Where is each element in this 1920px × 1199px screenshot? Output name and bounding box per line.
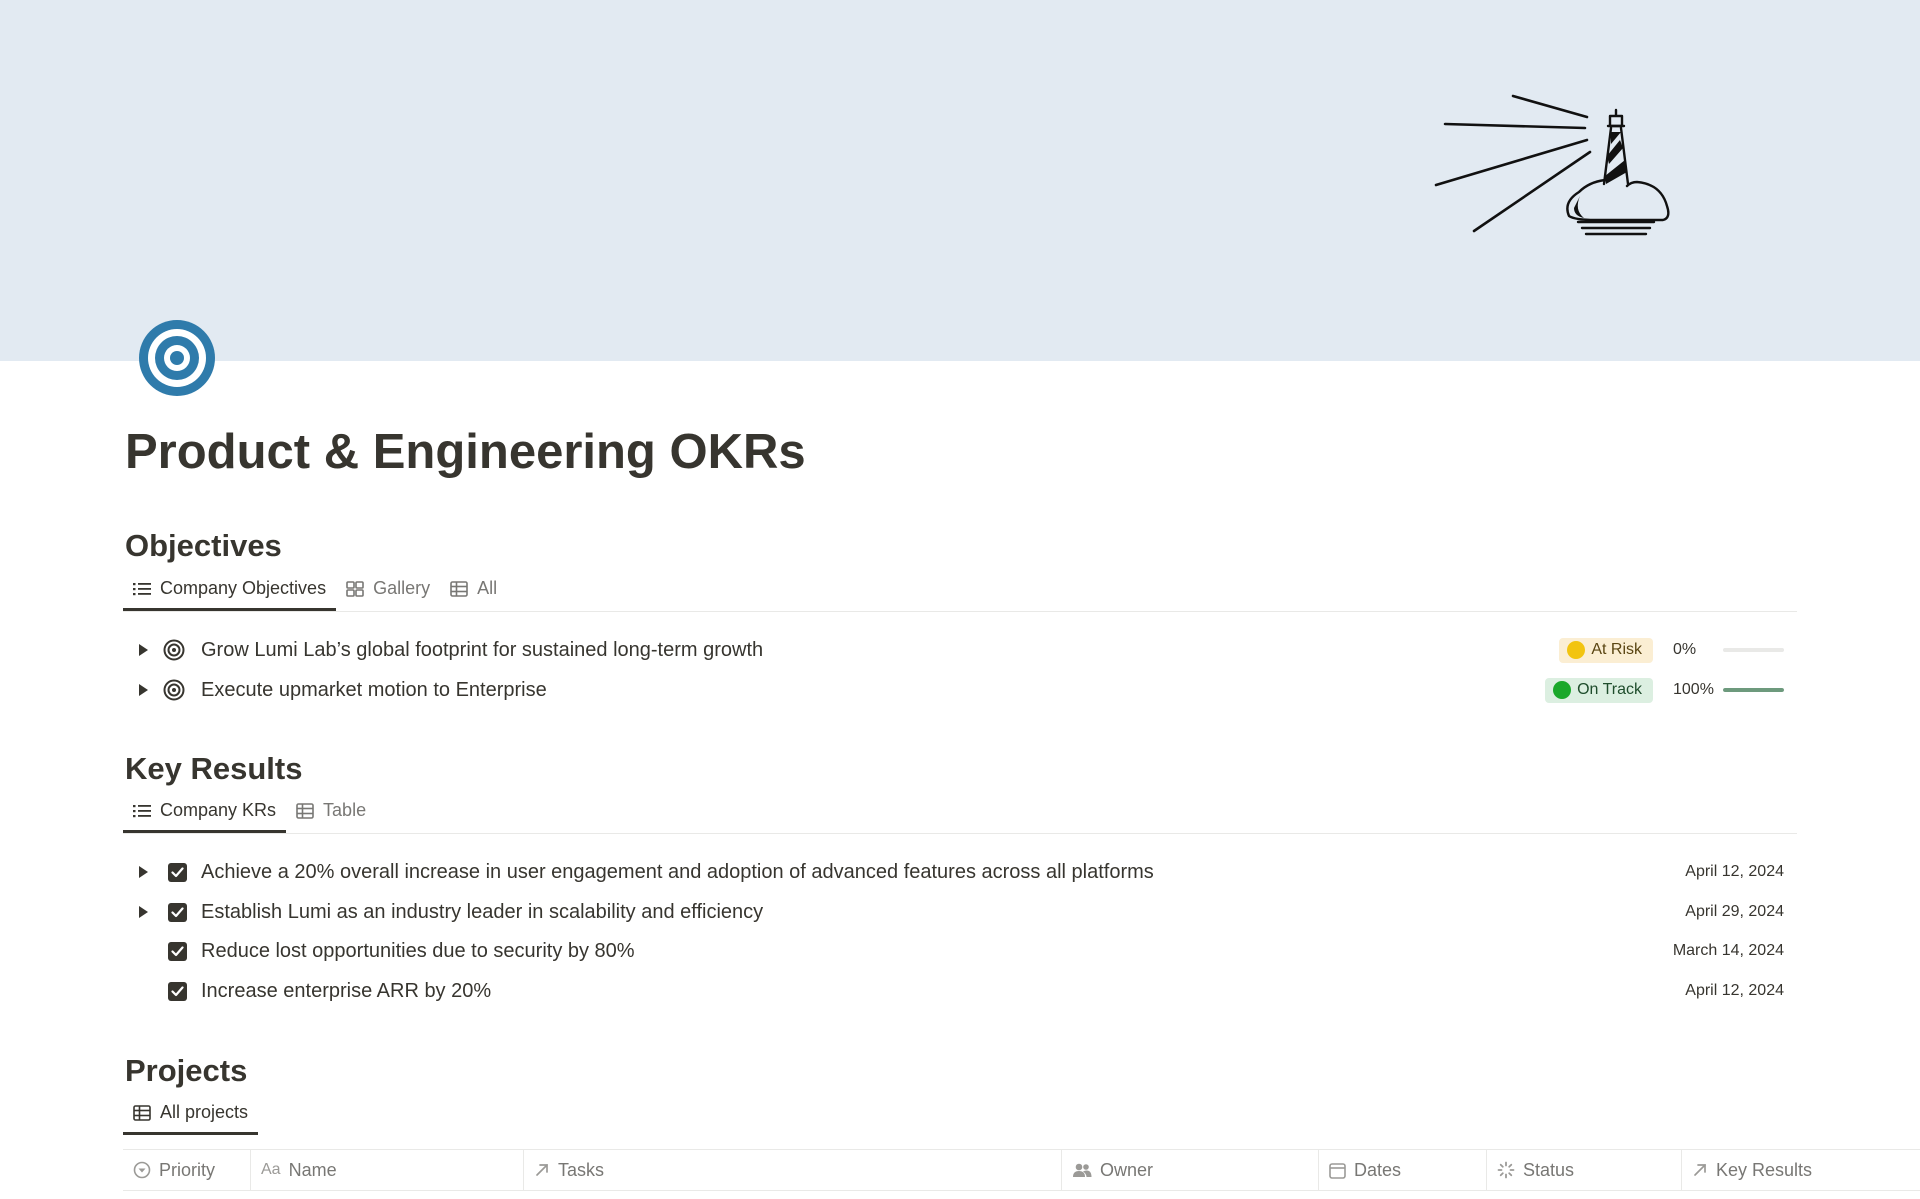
progress-percent: 100% xyxy=(1673,681,1714,698)
column-header-dates[interactable]: Dates xyxy=(1319,1150,1487,1190)
target-icon[interactable] xyxy=(137,318,217,398)
caret-right-icon xyxy=(139,684,148,696)
progress-bar-fill xyxy=(1723,688,1784,692)
key-results-view-tabs: Company KRs Table xyxy=(123,800,1797,834)
checkbox[interactable] xyxy=(168,902,187,922)
column-header-name[interactable]: Aa Name xyxy=(251,1150,524,1190)
key-result-row[interactable]: Establish Lumi as an industry leader in … xyxy=(123,892,1797,932)
page-title: Product & Engineering OKRs xyxy=(125,425,806,479)
relation-arrow-icon xyxy=(536,1164,548,1176)
projects-table-header: Priority Aa Name Tasks Owner Dates Statu… xyxy=(123,1149,1920,1191)
caret-right-icon xyxy=(139,906,148,918)
tab-company-krs[interactable]: Company KRs xyxy=(123,800,286,833)
column-label: Priority xyxy=(159,1159,216,1180)
column-label: Key Results xyxy=(1716,1159,1813,1180)
objectives-view-tabs: Company Objectives Gallery All xyxy=(123,578,1797,612)
column-label: Name xyxy=(288,1159,337,1180)
table-icon xyxy=(296,802,314,819)
due-date: April 12, 2024 xyxy=(1685,982,1784,999)
key-result-row[interactable]: Achieve a 20% overall increase in user e… xyxy=(123,852,1797,892)
progress-bar xyxy=(1723,648,1784,652)
objectives-heading: Objectives xyxy=(125,528,282,563)
status-dot-icon xyxy=(1553,681,1572,699)
checkbox[interactable] xyxy=(168,941,187,961)
text-property-icon: Aa xyxy=(261,1161,281,1178)
check-icon xyxy=(171,906,184,917)
tab-all-projects[interactable]: All projects xyxy=(123,1102,258,1135)
column-label: Dates xyxy=(1354,1159,1402,1180)
tab-label: Table xyxy=(323,800,367,820)
status-label: On Track xyxy=(1577,681,1642,698)
column-header-key-results[interactable]: Key Results xyxy=(1682,1150,1920,1190)
expand-toggle[interactable] xyxy=(123,865,163,879)
relation-arrow-icon xyxy=(1694,1164,1706,1176)
check-icon xyxy=(171,985,184,996)
people-icon xyxy=(1073,1163,1092,1177)
lighthouse-illustration xyxy=(1434,94,1670,236)
checkbox[interactable] xyxy=(168,981,187,1001)
column-label: Owner xyxy=(1100,1159,1154,1180)
calendar-icon xyxy=(1329,1162,1346,1179)
expand-toggle[interactable] xyxy=(123,643,163,657)
tab-label: All projects xyxy=(160,1102,249,1122)
status-icon xyxy=(1497,1161,1515,1179)
tab-label: All xyxy=(477,578,498,598)
key-result-row[interactable]: Increase enterprise ARR by 20% April 12,… xyxy=(123,971,1797,1011)
target-icon xyxy=(163,679,185,701)
tab-all[interactable]: All xyxy=(440,578,507,611)
due-date: March 14, 2024 xyxy=(1672,942,1784,959)
gallery-icon xyxy=(346,580,364,597)
status-dot-icon xyxy=(1567,641,1586,659)
progress-bar xyxy=(1723,688,1784,692)
checkbox[interactable] xyxy=(168,862,187,882)
status-label: At Risk xyxy=(1591,641,1642,658)
tab-company-objectives[interactable]: Company Objectives xyxy=(123,578,336,611)
objective-title[interactable]: Grow Lumi Lab’s global footprint for sus… xyxy=(201,639,763,662)
expand-toggle[interactable] xyxy=(123,905,163,919)
expand-toggle[interactable] xyxy=(123,683,163,697)
due-date: April 12, 2024 xyxy=(1685,863,1784,880)
list-icon xyxy=(133,804,151,817)
column-header-priority[interactable]: Priority xyxy=(123,1150,251,1190)
caret-right-icon xyxy=(139,644,148,656)
status-badge: On Track xyxy=(1545,677,1653,703)
key-result-row[interactable]: Reduce lost opportunities due to securit… xyxy=(123,931,1797,971)
column-header-status[interactable]: Status xyxy=(1487,1150,1682,1190)
table-icon xyxy=(133,1104,151,1121)
projects-view-tabs: All projects xyxy=(123,1102,1920,1135)
projects-heading: Projects xyxy=(125,1053,248,1088)
list-icon xyxy=(133,582,151,595)
key-results-heading: Key Results xyxy=(125,751,303,786)
caret-right-icon xyxy=(139,866,148,878)
check-icon xyxy=(171,866,184,877)
target-icon xyxy=(163,639,185,661)
tab-label: Company Objectives xyxy=(160,578,327,598)
objective-title[interactable]: Execute upmarket motion to Enterprise xyxy=(201,679,547,702)
column-label: Status xyxy=(1523,1159,1575,1180)
tab-label: Company KRs xyxy=(160,800,277,820)
table-icon xyxy=(450,580,468,597)
status-badge: At Risk xyxy=(1559,637,1653,663)
progress-percent: 0% xyxy=(1673,641,1697,658)
tab-label: Gallery xyxy=(373,578,431,598)
due-date: April 29, 2024 xyxy=(1685,903,1784,920)
key-result-title[interactable]: Reduce lost opportunities due to securit… xyxy=(201,940,635,963)
select-icon xyxy=(133,1161,151,1179)
tab-table[interactable]: Table xyxy=(286,800,376,833)
check-icon xyxy=(171,945,184,956)
column-label: Tasks xyxy=(558,1159,605,1180)
key-result-title[interactable]: Achieve a 20% overall increase in user e… xyxy=(201,861,1154,884)
tab-gallery[interactable]: Gallery xyxy=(336,578,440,611)
column-header-tasks[interactable]: Tasks xyxy=(524,1150,1062,1190)
objective-row[interactable]: Grow Lumi Lab’s global footprint for sus… xyxy=(123,630,1797,670)
key-result-title[interactable]: Establish Lumi as an industry leader in … xyxy=(201,901,763,924)
objective-row[interactable]: Execute upmarket motion to Enterprise On… xyxy=(123,670,1797,710)
column-header-owner[interactable]: Owner xyxy=(1062,1150,1319,1190)
key-result-title[interactable]: Increase enterprise ARR by 20% xyxy=(201,980,491,1003)
page-cover xyxy=(0,0,1920,361)
